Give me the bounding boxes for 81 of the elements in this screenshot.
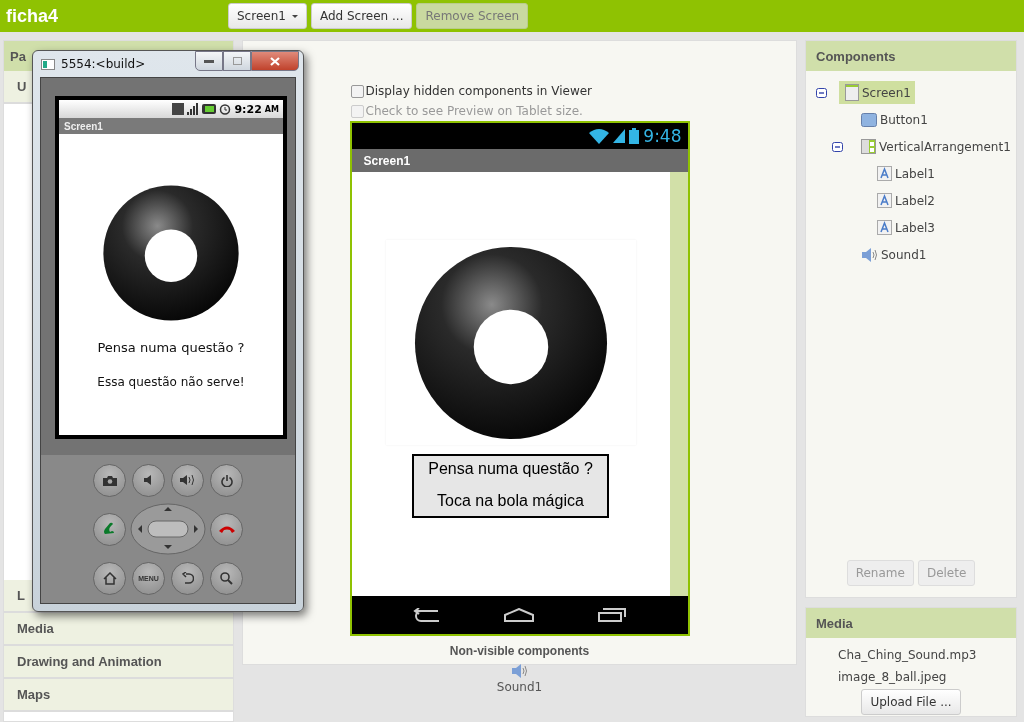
status-time: 9:22 <box>234 102 262 116</box>
search-icon <box>220 571 233 585</box>
label-icon <box>877 220 892 235</box>
camera-key[interactable] <box>93 463 126 497</box>
arrangement-icon <box>861 139 876 154</box>
palette-section[interactable]: Maps <box>17 687 51 702</box>
call-key[interactable] <box>93 512 126 546</box>
home-key[interactable] <box>93 561 126 595</box>
close-icon <box>270 56 280 66</box>
back-icon[interactable] <box>413 608 442 622</box>
screen-title: Screen1 <box>351 149 688 172</box>
panel-header: Components <box>806 41 1016 71</box>
volume-up-icon <box>179 474 196 486</box>
screen-dropdown[interactable]: Screen1 <box>228 3 307 29</box>
speaker-icon <box>861 247 878 262</box>
screen-icon <box>845 84 859 101</box>
volume-up-key[interactable] <box>171 463 204 497</box>
power-icon <box>220 473 233 487</box>
power-key[interactable] <box>210 463 243 497</box>
phone-icon <box>102 522 117 536</box>
checkbox[interactable] <box>350 84 364 98</box>
minimize-button[interactable] <box>195 51 223 71</box>
home-icon <box>102 571 117 585</box>
back-key[interactable] <box>171 561 204 595</box>
caret-icon <box>291 15 298 18</box>
signal-icon <box>613 129 626 143</box>
app-title: ficha4 <box>5 5 60 27</box>
volume-down-icon <box>143 475 154 485</box>
search-key[interactable] <box>210 561 243 595</box>
toolbar-button[interactable]: Add Screen ... <box>310 3 413 29</box>
button-icon <box>861 112 877 127</box>
tree-item[interactable]: VerticalArrangement1 <box>855 136 1015 157</box>
close-button[interactable] <box>251 51 299 71</box>
recent-apps-icon[interactable] <box>597 608 626 622</box>
volume-down-key[interactable] <box>132 463 165 497</box>
media-file[interactable]: image_8_ball.jpeg <box>838 670 947 684</box>
dpad-drawing[interactable] <box>130 503 206 555</box>
speaker-icon <box>511 664 528 678</box>
tree-item[interactable]: Label3 <box>871 217 939 238</box>
tree-item[interactable]: Label2 <box>871 190 939 211</box>
maximize-icon <box>232 57 242 65</box>
component-name: Sound1 <box>496 680 543 694</box>
label-text: Pensa numa questão ? <box>97 340 245 355</box>
label-icon <box>877 193 892 208</box>
window-title: 5554:<build> <box>61 57 146 71</box>
battery-icon <box>202 104 217 114</box>
alarm-icon <box>219 103 232 115</box>
tree-item[interactable]: Sound1 <box>855 244 931 265</box>
window-icon <box>41 58 55 70</box>
status-ampm: AM <box>264 104 279 114</box>
home-icon[interactable] <box>504 608 535 622</box>
label-text: Toca na bola mágica <box>437 492 584 510</box>
panel-header: Pa <box>10 48 26 64</box>
label-text: Essa questão não serve! <box>97 375 245 389</box>
tree-item[interactable]: Label1 <box>871 163 939 184</box>
label-text: Pensa numa questão ? <box>428 460 593 478</box>
camera-icon <box>102 474 117 486</box>
section-title: Non-visible components <box>449 644 590 658</box>
tree-item[interactable]: Button1 <box>855 109 932 130</box>
maximize-button[interactable] <box>223 51 251 71</box>
checkbox-label: Display hidden components in Viewer <box>365 84 593 98</box>
hang-up-icon <box>218 525 235 533</box>
collapse-icon[interactable] <box>832 141 843 152</box>
palette-section[interactable]: L <box>17 588 25 603</box>
collapse-icon[interactable] <box>816 87 827 98</box>
media-file[interactable]: Cha_Ching_Sound.mp3 <box>838 648 977 662</box>
tree-item[interactable]: Screen1 <box>839 81 915 104</box>
panel-header: Media <box>806 608 1016 638</box>
status-time: 9:48 <box>643 126 682 146</box>
minimize-icon <box>204 59 214 63</box>
checkbox-label: Check to see Preview on Tablet size. <box>365 104 583 118</box>
label-icon <box>877 166 892 181</box>
battery-icon <box>629 128 640 144</box>
signal-icon <box>187 103 200 115</box>
end-call-key[interactable] <box>210 512 243 546</box>
wifi-icon <box>589 128 610 144</box>
back-icon <box>181 571 194 585</box>
screen-title: Screen1 <box>59 118 283 134</box>
palette-section[interactable]: U <box>17 79 27 94</box>
palette-section[interactable]: Media <box>17 621 54 636</box>
upload-button[interactable]: Upload File ... <box>861 689 961 715</box>
